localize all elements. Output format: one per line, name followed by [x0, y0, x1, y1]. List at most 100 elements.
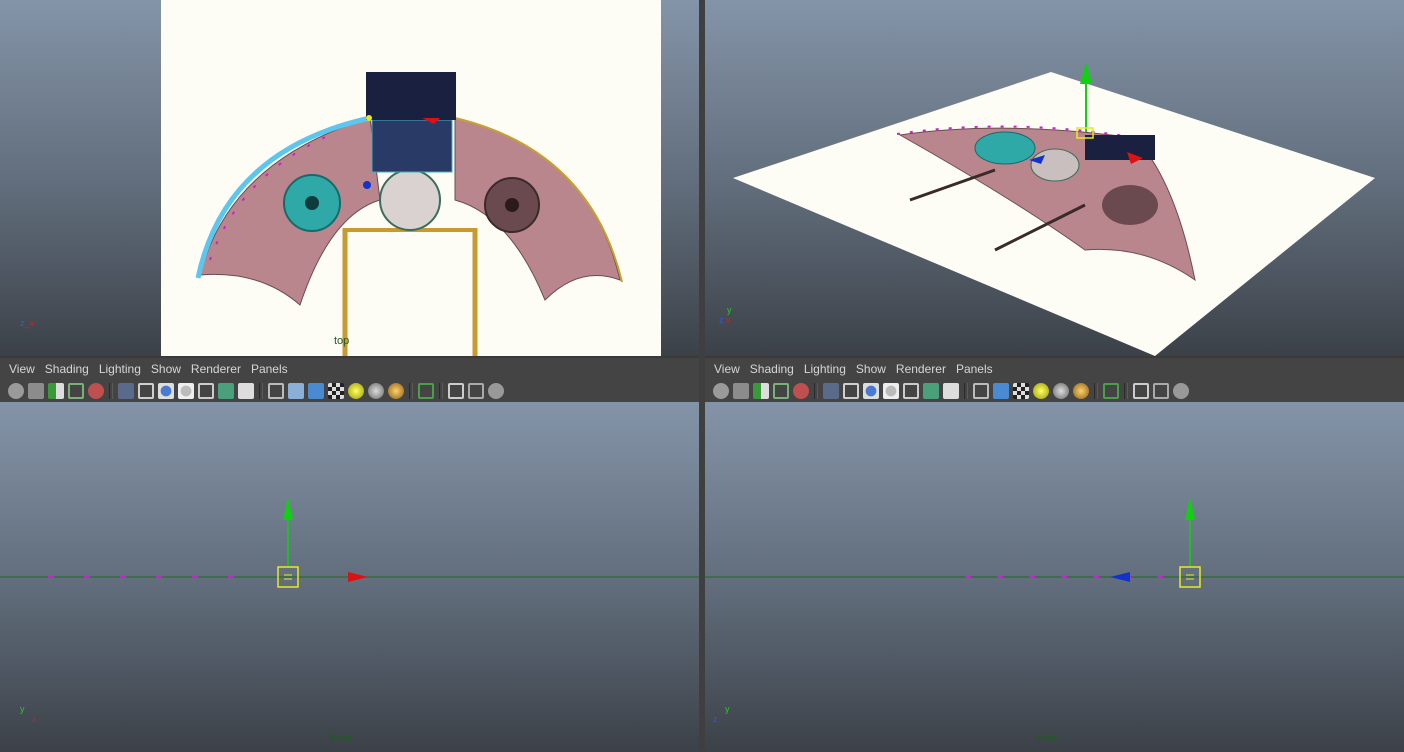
front-viewport-canvas[interactable]	[0, 402, 699, 752]
engine-pod	[974, 131, 1036, 165]
film-gate-icon[interactable]	[138, 383, 154, 399]
toolbar-separator	[439, 383, 443, 399]
toolbar-separator	[259, 383, 263, 399]
isolate-select-icon[interactable]	[1103, 383, 1119, 399]
top-machinery	[366, 72, 456, 120]
axis-indicator: y z x	[719, 305, 732, 325]
safe-action-icon[interactable]	[218, 383, 234, 399]
menu-show[interactable]: Show	[851, 362, 891, 376]
isolate-select-icon[interactable]	[418, 383, 434, 399]
toolbar-separator	[1124, 383, 1128, 399]
panel-menu-bar: View Shading Lighting Show Renderer Pane…	[0, 358, 699, 380]
safe-action-icon[interactable]	[923, 383, 939, 399]
2d-pan-zoom-icon[interactable]	[793, 383, 809, 399]
shadows-icon[interactable]	[368, 383, 384, 399]
multisample-icon[interactable]	[468, 383, 484, 399]
smooth-shade-icon[interactable]	[288, 383, 304, 399]
menu-renderer[interactable]: Renderer	[186, 362, 246, 376]
2d-pan-zoom-icon[interactable]	[88, 383, 104, 399]
select-camera-icon[interactable]	[713, 383, 729, 399]
field-chart-icon[interactable]	[198, 383, 214, 399]
ambient-occlusion-icon[interactable]	[1073, 383, 1089, 399]
top-viewport-canvas[interactable]	[0, 0, 699, 356]
menu-panels[interactable]: Panels	[951, 362, 998, 376]
shadows-icon[interactable]	[1053, 383, 1069, 399]
lock-camera-icon[interactable]	[733, 383, 749, 399]
menu-lighting[interactable]: Lighting	[94, 362, 146, 376]
textured-icon[interactable]	[1013, 383, 1029, 399]
persp-viewport[interactable]: y z x	[705, 0, 1404, 356]
manipulator-x-arrow[interactable]	[348, 572, 368, 582]
axis-y-label: y	[725, 704, 730, 714]
xray-icon[interactable]	[448, 383, 464, 399]
bookmarks-icon[interactable]	[753, 383, 769, 399]
side-panel-toolbar: View Shading Lighting Show Renderer Pane…	[705, 358, 1404, 402]
manipulator-z-arrow[interactable]	[1110, 572, 1130, 582]
panel-menu-bar: View Shading Lighting Show Renderer Pane…	[705, 358, 1404, 380]
safe-title-icon[interactable]	[238, 383, 254, 399]
rear-engine	[1102, 185, 1158, 225]
gate-mask-icon[interactable]	[178, 383, 194, 399]
menu-lighting[interactable]: Lighting	[799, 362, 851, 376]
image-plane-icon[interactable]	[773, 383, 789, 399]
textured-icon[interactable]	[328, 383, 344, 399]
side-viewport[interactable]: side y z	[705, 402, 1404, 752]
use-all-lights-icon[interactable]	[348, 383, 364, 399]
persp-viewport-canvas[interactable]	[705, 0, 1404, 356]
axis-x-label: x	[29, 318, 35, 328]
toolbar-separator	[964, 383, 968, 399]
manipulator-y-arrow[interactable]	[283, 497, 293, 520]
viewport-label-top: top	[334, 335, 350, 347]
xray-icon[interactable]	[1133, 383, 1149, 399]
share-icon[interactable]	[488, 383, 504, 399]
manipulator-y-arrow[interactable]	[1080, 62, 1092, 84]
menu-panels[interactable]: Panels	[246, 362, 293, 376]
lock-camera-icon[interactable]	[28, 383, 44, 399]
multisample-icon[interactable]	[1153, 383, 1169, 399]
axis-z-label: z	[719, 315, 724, 325]
bookmarks-icon[interactable]	[48, 383, 64, 399]
share-icon[interactable]	[1173, 383, 1189, 399]
side-viewport-canvas[interactable]	[705, 402, 1404, 752]
grid-icon[interactable]	[823, 383, 839, 399]
menu-view[interactable]: View	[709, 362, 745, 376]
axis-x-label: x	[32, 714, 37, 724]
gate-mask-icon[interactable]	[883, 383, 899, 399]
viewport-label-side: side	[1037, 733, 1058, 745]
viewport-splitter[interactable]	[699, 0, 705, 752]
toolbar-separator	[1094, 383, 1098, 399]
grid-icon[interactable]	[118, 383, 134, 399]
menu-shading[interactable]: Shading	[745, 362, 799, 376]
axis-z-label: z	[713, 714, 718, 724]
toolbar-separator	[109, 383, 113, 399]
axis-indicator: y z	[713, 704, 730, 724]
film-gate-icon[interactable]	[843, 383, 859, 399]
shade-wireframe-icon[interactable]	[993, 383, 1009, 399]
menu-view[interactable]: View	[4, 362, 40, 376]
front-panel-toolbar: View Shading Lighting Show Renderer Pane…	[0, 358, 699, 402]
central-hull	[379, 169, 441, 231]
manipulator-z-handle	[363, 181, 371, 189]
resolution-gate-icon[interactable]	[863, 383, 879, 399]
manipulator-center	[366, 115, 372, 121]
resolution-gate-icon[interactable]	[158, 383, 174, 399]
safe-title-icon[interactable]	[943, 383, 959, 399]
menu-renderer[interactable]: Renderer	[891, 362, 951, 376]
machinery	[1085, 135, 1155, 160]
menu-show[interactable]: Show	[146, 362, 186, 376]
select-camera-icon[interactable]	[8, 383, 24, 399]
wireframe-icon[interactable]	[268, 383, 284, 399]
wireframe-icon[interactable]	[973, 383, 989, 399]
use-all-lights-icon[interactable]	[1033, 383, 1049, 399]
axis-y-label: y	[727, 305, 732, 315]
menu-shading[interactable]: Shading	[40, 362, 94, 376]
field-chart-icon[interactable]	[903, 383, 919, 399]
ambient-occlusion-icon[interactable]	[388, 383, 404, 399]
shade-wireframe-icon[interactable]	[308, 383, 324, 399]
front-viewport[interactable]: front y x	[0, 402, 699, 752]
top-viewport[interactable]: top z_x	[0, 0, 699, 356]
manipulator-y-arrow[interactable]	[1185, 497, 1195, 520]
toolbar-separator	[814, 383, 818, 399]
axis-indicator: y x	[20, 704, 37, 724]
image-plane-icon[interactable]	[68, 383, 84, 399]
